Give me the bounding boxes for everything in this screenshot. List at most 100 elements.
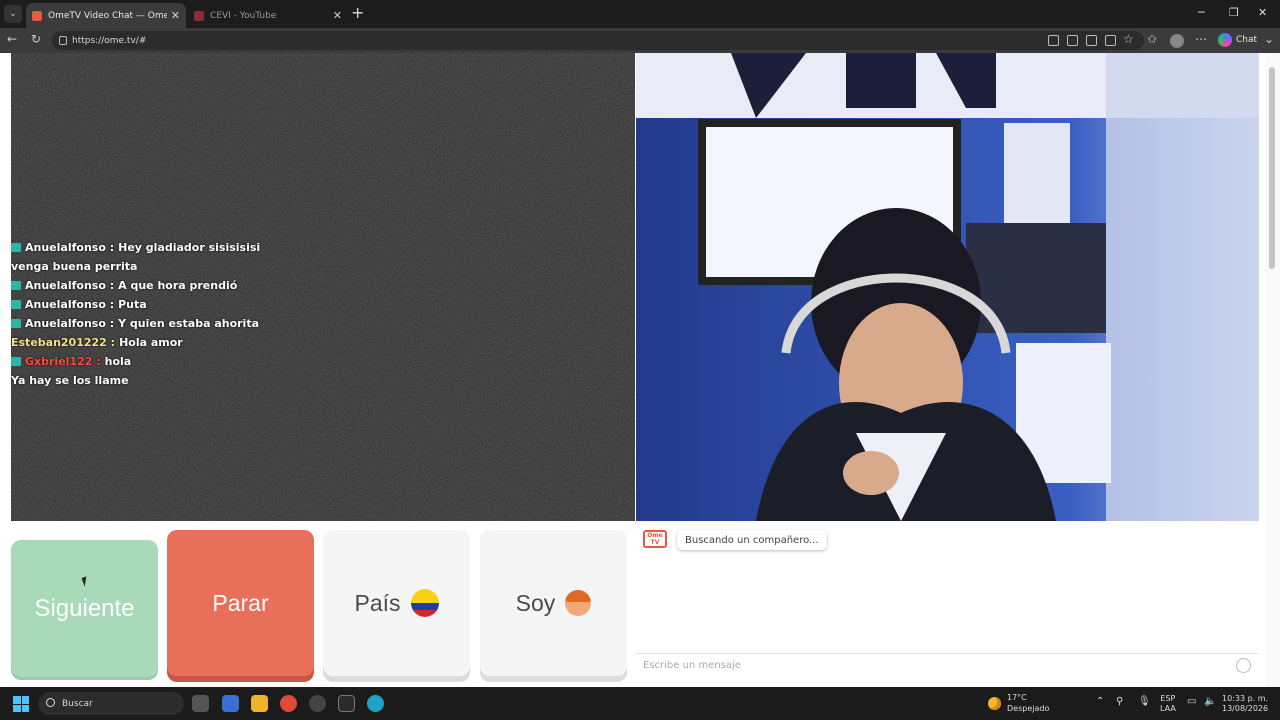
next-button[interactable]: Siguiente bbox=[11, 540, 158, 677]
steam-icon[interactable] bbox=[309, 695, 326, 712]
message-text: A que hora prendió bbox=[118, 279, 238, 292]
taskbar-search[interactable]: Buscar bbox=[38, 692, 184, 715]
camera-indicator-icon[interactable] bbox=[1048, 35, 1059, 46]
country-button-label: País bbox=[354, 589, 401, 616]
app-icon[interactable] bbox=[222, 695, 239, 712]
lang-bottom: LAA bbox=[1160, 704, 1176, 713]
tab-actions-menu-icon[interactable]: ⌄ bbox=[4, 5, 22, 23]
lang-top: ESP bbox=[1160, 694, 1176, 703]
remote-chat-overlay: Anuelalfonso : Hey gladiador sisisisisi ve… bbox=[11, 238, 371, 390]
windows-start-icon[interactable] bbox=[13, 696, 29, 712]
tray-chevron-icon[interactable]: ⌃ bbox=[1096, 696, 1104, 707]
favorite-star-icon[interactable]: ☆ bbox=[1123, 32, 1134, 46]
task-view-icon[interactable] bbox=[192, 695, 209, 712]
country-flag-icon bbox=[11, 281, 21, 290]
tab-youtube[interactable]: CEVI - YouTube ✕ bbox=[188, 3, 348, 28]
message-input-placeholder: Escribe un mensaje bbox=[643, 660, 741, 671]
clock-time: 10:33 p. m. bbox=[1222, 694, 1269, 703]
message-text: Puta bbox=[118, 298, 147, 311]
ometv-page: Anuelalfonso : Hey gladiador sisisisisi ve… bbox=[0, 53, 1280, 687]
clock[interactable]: 10:33 p. m. 13/08/2026 bbox=[1222, 694, 1268, 714]
chat-button-label: Chat bbox=[1236, 35, 1258, 45]
chat-message: Anuelalfonso :A que hora prendió bbox=[11, 276, 371, 295]
restore-icon[interactable]: ❐ bbox=[1229, 6, 1239, 19]
country-flag-icon bbox=[11, 243, 21, 252]
message-text: Ya hay se los llame bbox=[11, 374, 129, 387]
page-scrollbar[interactable] bbox=[1266, 53, 1280, 687]
message-sender: Anuelalfonso : bbox=[25, 317, 115, 330]
message-sender: Anuelalfonso : bbox=[25, 279, 115, 292]
volume-icon[interactable]: 🔈 bbox=[1204, 696, 1216, 707]
close-tab-icon[interactable]: ✕ bbox=[333, 9, 342, 22]
weather-widget[interactable]: 17°C Despejado bbox=[988, 692, 1049, 714]
language-indicator[interactable]: ESP LAA bbox=[1160, 694, 1176, 714]
more-menu-icon[interactable]: ⋯ bbox=[1195, 32, 1207, 46]
tab-title: OmeTV Video Chat — Omegl bbox=[48, 10, 167, 21]
edge-icon[interactable] bbox=[367, 695, 384, 712]
read-aloud-icon[interactable] bbox=[1086, 35, 1097, 46]
copilot-chat-button[interactable]: Chat bbox=[1218, 33, 1257, 47]
reader-icon[interactable] bbox=[1105, 35, 1116, 46]
epic-games-icon[interactable] bbox=[338, 695, 355, 712]
message-sender: Esteban201222 : bbox=[11, 336, 116, 349]
chevron-down-icon[interactable]: ⌄ bbox=[1264, 32, 1274, 46]
microphone-icon[interactable]: 🎙 bbox=[1138, 696, 1151, 707]
site-info-icon[interactable] bbox=[59, 36, 67, 45]
browser-tab-strip: ⌄ OmeTV Video Chat — Omegl ✕ CEVI - YouT… bbox=[0, 0, 1280, 28]
url-field[interactable]: https://ome.tv/# bbox=[52, 31, 1144, 50]
boy-avatar-icon bbox=[565, 590, 592, 616]
next-button-label: Siguiente bbox=[34, 594, 135, 622]
search-label: Buscar bbox=[62, 698, 93, 709]
country-flag-icon bbox=[11, 300, 21, 309]
chat-message: venga buena perrita bbox=[11, 257, 371, 276]
tab-ometv[interactable]: OmeTV Video Chat — Omegl ✕ bbox=[26, 3, 186, 28]
refresh-icon[interactable]: ↻ bbox=[31, 32, 41, 46]
country-button[interactable]: País bbox=[323, 530, 470, 676]
gender-button[interactable]: Soy bbox=[480, 530, 627, 676]
file-explorer-icon[interactable] bbox=[251, 695, 268, 712]
chat-message: Anuelalfonso : Puta bbox=[11, 295, 371, 314]
emoji-icon[interactable] bbox=[1236, 658, 1251, 673]
scrollbar-thumb[interactable] bbox=[1269, 67, 1275, 269]
message-text: Y quien estaba ahorita bbox=[118, 317, 260, 330]
message-input[interactable]: Escribe un mensaje bbox=[636, 653, 1259, 677]
ometv-favicon-icon bbox=[32, 10, 42, 21]
network-icon[interactable]: ⚲ bbox=[1116, 696, 1123, 707]
copilot-icon bbox=[1218, 33, 1232, 47]
chat-message: Gxbriel122 : hola bbox=[11, 352, 371, 371]
tab-title: CEVI - YouTube bbox=[210, 10, 277, 21]
message-sender: Anuelalfonso : bbox=[25, 298, 115, 311]
youtube-favicon-icon bbox=[194, 10, 204, 21]
app-available-icon[interactable] bbox=[1067, 35, 1078, 46]
chat-message: Anuelalfonso :Y quien estaba ahorita bbox=[11, 314, 371, 333]
moon-icon bbox=[988, 696, 1001, 710]
gender-button-label: Soy bbox=[515, 589, 556, 616]
close-window-icon[interactable]: ✕ bbox=[1258, 6, 1267, 19]
minimize-icon[interactable]: ─ bbox=[1198, 6, 1205, 19]
chat-message: Esteban201222 : Hola amor bbox=[11, 333, 371, 352]
back-arrow-icon[interactable]: ← bbox=[7, 32, 17, 46]
close-tab-icon[interactable]: ✕ bbox=[171, 9, 180, 22]
stop-button-label: Parar bbox=[212, 589, 269, 616]
chat-message: Ya hay se los llame bbox=[11, 371, 371, 390]
url-text: https://ome.tv/# bbox=[72, 35, 147, 46]
clock-date: 13/08/2026 bbox=[1222, 704, 1269, 713]
country-flag-icon bbox=[11, 357, 21, 366]
favorites-icon[interactable]: ✩ bbox=[1147, 32, 1157, 46]
colombia-flag-icon bbox=[410, 589, 439, 617]
chrome-icon[interactable] bbox=[280, 695, 297, 712]
windows-taskbar: Buscar 17°C Despejado ⌃ ⚲ 🎙 ESP LAA ▭ 🔈 … bbox=[0, 687, 1280, 720]
display-icon[interactable]: ▭ bbox=[1187, 696, 1196, 707]
message-text: Hey gladiador sisisisisi bbox=[118, 241, 261, 254]
webcam-image bbox=[636, 53, 1259, 521]
local-camera-video bbox=[636, 53, 1259, 521]
remote-video: Anuelalfonso : Hey gladiador sisisisisi ve… bbox=[11, 53, 635, 521]
message-text: Hola amor bbox=[119, 336, 183, 349]
weather-temp: 17°C bbox=[1007, 693, 1027, 702]
message-text: hola bbox=[104, 355, 132, 368]
message-sender: Anuelalfonso : bbox=[25, 241, 115, 254]
new-tab-plus-icon[interactable]: + bbox=[351, 5, 364, 21]
text-chat-panel: Ome TV Buscando un compañero... Escribe … bbox=[636, 521, 1259, 687]
profile-avatar[interactable] bbox=[1170, 34, 1184, 48]
stop-button[interactable]: Parar bbox=[167, 530, 314, 676]
